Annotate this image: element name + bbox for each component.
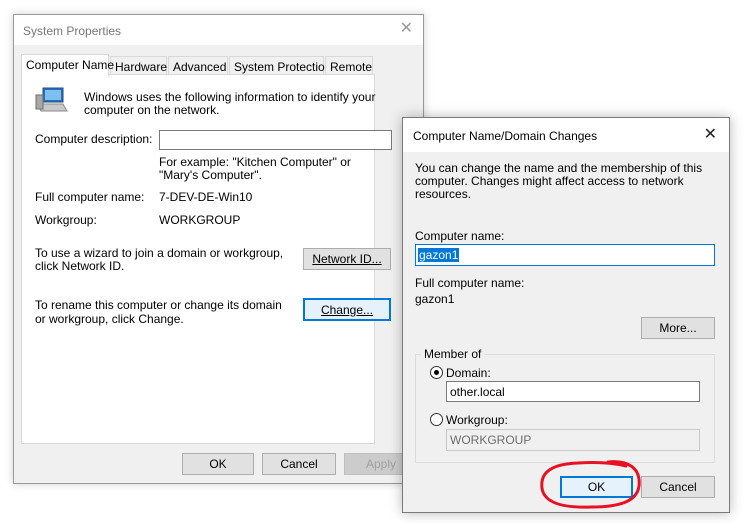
member-of-label: Member of: [421, 347, 485, 361]
computer-name-input[interactable]: gazon1: [415, 244, 715, 266]
domain-label: Domain:: [446, 366, 491, 380]
dialog-cancel-button[interactable]: Cancel: [641, 476, 715, 498]
cancel-button[interactable]: Cancel: [262, 453, 336, 475]
dialog-title-bar: Computer Name/Domain Changes ✕: [403, 118, 729, 152]
full-name-value: 7-DEV-DE-Win10: [159, 190, 253, 204]
tab-hardware[interactable]: Hardware: [110, 56, 167, 75]
dialog-title: Computer Name/Domain Changes: [413, 129, 598, 143]
change-button-label: Change...: [320, 302, 374, 317]
ok-button[interactable]: OK: [182, 453, 254, 475]
tab-remote[interactable]: Remote: [325, 56, 373, 75]
annotation-circle: [540, 460, 641, 509]
tab-advanced[interactable]: Advanced: [168, 56, 228, 75]
change-button[interactable]: Change...: [303, 298, 391, 321]
intro-text: Windows uses the following information t…: [84, 90, 376, 117]
computer-icon: [34, 86, 68, 114]
dialog-intro-text: You can change the name and the membersh…: [415, 161, 703, 201]
tab-computer-name[interactable]: Computer Name: [21, 54, 114, 76]
domain-radio[interactable]: [430, 366, 443, 379]
tab-system-protection[interactable]: System Protection: [229, 56, 331, 75]
example-text: For example: "Kitchen Computer" or "Mary…: [159, 155, 351, 182]
dialog-full-name-label: Full computer name:: [415, 276, 525, 290]
workgroup-radio[interactable]: [430, 413, 443, 426]
domain-input[interactable]: [446, 381, 700, 402]
dialog-workgroup-label: Workgroup:: [446, 413, 508, 427]
rename-text: To rename this computer or change its do…: [35, 298, 282, 326]
computer-name-label: Computer name:: [415, 229, 505, 243]
network-id-button-label: Network ID...: [312, 252, 382, 266]
computer-name-value: gazon1: [418, 248, 460, 262]
network-id-text: To use a wizard to join a domain or work…: [35, 246, 284, 273]
close-icon[interactable]: ✕: [400, 21, 413, 37]
workgroup-label: Workgroup:: [35, 213, 97, 227]
more-button[interactable]: More...: [641, 317, 715, 339]
workgroup-value: WORKGROUP: [159, 213, 241, 227]
network-id-button[interactable]: Network ID...: [303, 248, 391, 270]
dialog-full-name-value: gazon1: [415, 292, 455, 306]
window-title: System Properties: [23, 24, 122, 38]
full-name-label: Full computer name:: [35, 190, 145, 204]
computer-description-input[interactable]: [159, 130, 392, 150]
close-icon[interactable]: ✕: [704, 127, 717, 143]
description-label: Computer description:: [35, 132, 153, 146]
workgroup-input[interactable]: [446, 429, 700, 451]
title-bar: System Properties ✕: [14, 15, 423, 45]
